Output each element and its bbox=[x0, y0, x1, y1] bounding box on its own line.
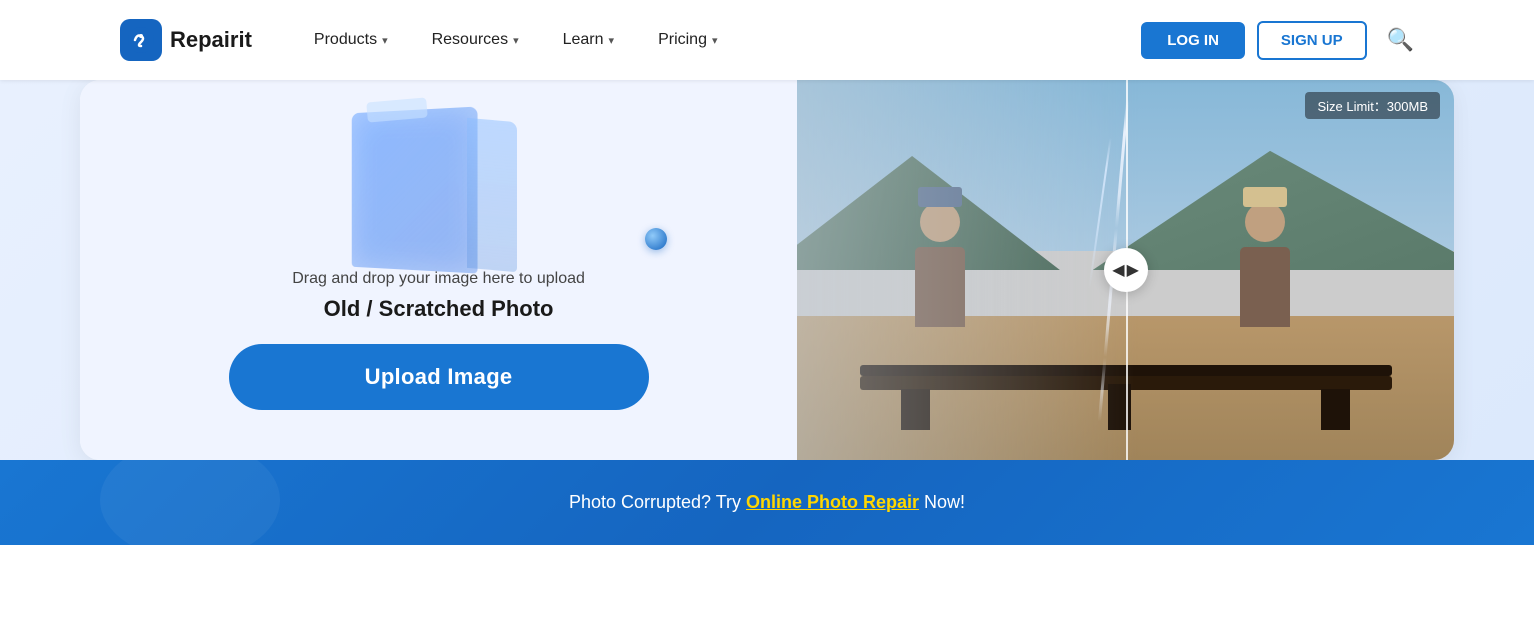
chevron-down-icon: ▾ bbox=[513, 34, 519, 47]
search-button[interactable]: 🔍 bbox=[1387, 27, 1414, 53]
photo-scene: ◀ ▶ Size Limit：300MB bbox=[797, 80, 1454, 460]
nav-item-learn[interactable]: Learn ▾ bbox=[541, 31, 636, 49]
photo-type-label: Old / Scratched Photo bbox=[292, 296, 585, 322]
logo-text: Repairit bbox=[170, 27, 252, 53]
chevron-down-icon: ▾ bbox=[382, 34, 388, 47]
crystal-panel-side bbox=[467, 118, 517, 272]
size-limit-badge: Size Limit：300MB bbox=[1305, 92, 1440, 119]
crystal-panel-main bbox=[351, 106, 477, 273]
nav-item-products[interactable]: Products ▾ bbox=[292, 31, 410, 49]
logo-icon bbox=[120, 19, 162, 61]
slider-arrows-icon: ◀ ▶ bbox=[1112, 260, 1139, 280]
bottom-promo-text: Photo Corrupted? Try Online Photo Repair… bbox=[0, 492, 1534, 513]
navbar: Repairit Products ▾ Resources ▾ Learn ▾ … bbox=[0, 0, 1534, 80]
nav-menu: Products ▾ Resources ▾ Learn ▾ Pricing ▾ bbox=[292, 31, 1141, 49]
upload-image-button[interactable]: Upload Image bbox=[229, 344, 649, 410]
logo[interactable]: Repairit bbox=[120, 19, 252, 61]
signup-button[interactable]: SIGN UP bbox=[1257, 21, 1367, 60]
chevron-down-icon: ▾ bbox=[712, 34, 718, 47]
content-card: Drag and drop your image here to upload … bbox=[80, 80, 1454, 460]
nav-actions: LOG IN SIGN UP 🔍 bbox=[1141, 21, 1414, 60]
nav-item-resources[interactable]: Resources ▾ bbox=[410, 31, 541, 49]
main-section: Drag and drop your image here to upload … bbox=[0, 80, 1534, 460]
online-photo-repair-link[interactable]: Online Photo Repair bbox=[746, 492, 919, 512]
bottom-prefix: Photo Corrupted? Try bbox=[569, 492, 746, 512]
arrow-right-icon: ▶ bbox=[1127, 260, 1139, 280]
login-button[interactable]: LOG IN bbox=[1141, 22, 1245, 59]
arrow-left-icon: ◀ bbox=[1112, 260, 1124, 280]
search-icon: 🔍 bbox=[1387, 27, 1414, 52]
chevron-down-icon: ▾ bbox=[609, 34, 615, 47]
nav-item-pricing[interactable]: Pricing ▾ bbox=[636, 31, 739, 49]
product-illustration bbox=[307, 90, 527, 290]
photo-comparison-panel: ◀ ▶ Size Limit：300MB bbox=[797, 80, 1454, 460]
bottom-suffix: Now! bbox=[919, 492, 965, 512]
blue-orb-decoration bbox=[645, 228, 667, 250]
bottom-section: Photo Corrupted? Try Online Photo Repair… bbox=[0, 460, 1534, 545]
comparison-slider[interactable]: ◀ ▶ bbox=[1104, 248, 1148, 292]
upload-panel: Drag and drop your image here to upload … bbox=[80, 80, 797, 460]
